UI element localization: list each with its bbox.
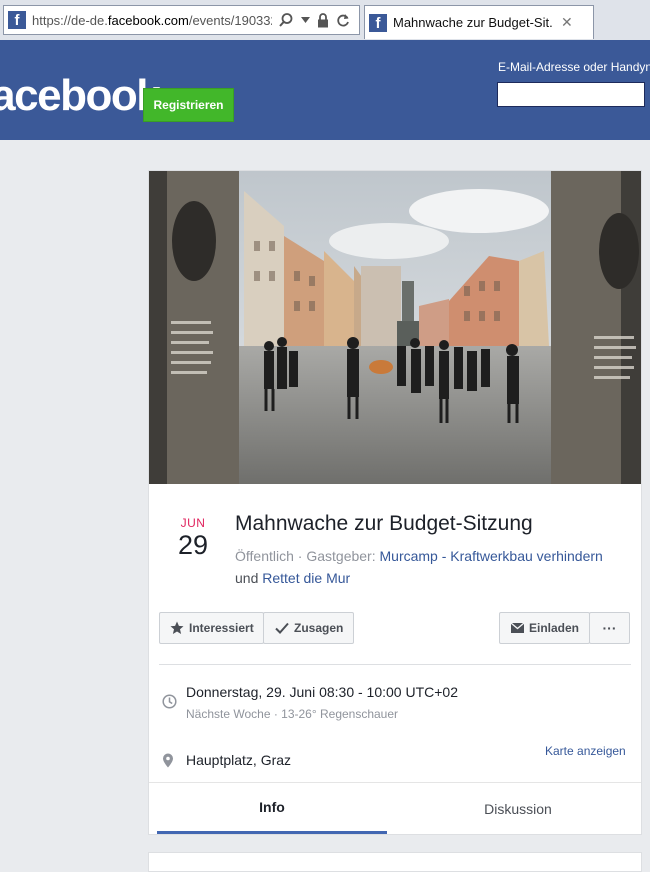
location-pin-icon — [163, 753, 173, 768]
checkmark-icon — [275, 622, 289, 634]
host-link-murcamp[interactable]: Murcamp - Kraftwerkbau verhindern — [380, 548, 603, 564]
refresh-icon[interactable] — [336, 13, 350, 28]
search-icon[interactable] — [278, 12, 294, 28]
event-date: JUN 29 — [169, 516, 217, 560]
facebook-favicon-icon: f — [8, 11, 26, 29]
event-cover-photo[interactable] — [149, 171, 641, 484]
address-bar[interactable]: f https://de-de.facebook.com/events/1903… — [3, 5, 360, 35]
next-card — [148, 852, 642, 872]
interested-button[interactable]: Interessiert — [159, 612, 264, 644]
lock-icon[interactable] — [317, 12, 329, 28]
register-button[interactable]: Registrieren — [143, 88, 234, 122]
facebook-header: facebook Registrieren E-Mail-Adresse ode… — [0, 40, 650, 140]
host-link-rettet-die-mur[interactable]: Rettet die Mur — [262, 570, 350, 586]
tab-info[interactable]: Info — [157, 783, 387, 834]
tab-title: Mahnwache zur Budget-Sit... — [393, 15, 553, 30]
email-input[interactable] — [497, 82, 645, 107]
host-prefix: Gastgeber: — [306, 548, 376, 564]
event-time: Donnerstag, 29. Juni 08:30 - 10:00 UTC+0… — [186, 684, 459, 700]
section-divider — [159, 664, 631, 665]
email-label: E-Mail-Adresse oder Handyn — [498, 60, 650, 74]
browser-chrome: f https://de-de.facebook.com/events/1903… — [0, 0, 650, 41]
going-label: Zusagen — [294, 621, 344, 635]
envelope-icon — [511, 623, 524, 633]
event-title: Mahnwache zur Budget-Sitzung — [235, 512, 533, 535]
tab-discussion[interactable]: Diskussion — [403, 783, 633, 834]
invite-button[interactable]: Einladen — [499, 612, 590, 644]
invite-label: Einladen — [529, 621, 580, 635]
event-time-sub: Nächste Woche · 13-26° Regenschauer — [186, 707, 399, 721]
more-options-button[interactable]: ··· — [589, 612, 630, 644]
dropdown-arrow-icon[interactable] — [301, 17, 310, 23]
star-icon — [170, 621, 184, 634]
facebook-logo[interactable]: facebook — [0, 74, 161, 118]
cover-photo-illustration — [149, 171, 641, 484]
interested-label: Interessiert — [189, 621, 254, 635]
going-button[interactable]: Zusagen — [263, 612, 354, 644]
event-day: 29 — [177, 530, 209, 560]
clock-icon — [162, 694, 177, 709]
event-month: JUN — [180, 516, 206, 530]
privacy-label: Öffentlich — [235, 548, 294, 564]
and-label: und — [235, 570, 259, 586]
close-tab-icon[interactable]: ✕ — [561, 14, 573, 31]
browser-tab[interactable]: f Mahnwache zur Budget-Sit... ✕ — [364, 5, 594, 39]
facebook-favicon-icon: f — [369, 13, 387, 32]
event-meta: Öffentlich · Gastgeber: Murcamp - Kraftw… — [235, 548, 603, 586]
event-location[interactable]: Hauptplatz, Graz — [186, 752, 291, 768]
show-map-link[interactable]: Karte anzeigen — [545, 744, 626, 758]
event-card: JUN 29 Mahnwache zur Budget-Sitzung Öffe… — [148, 170, 642, 835]
url-text[interactable]: https://de-de.facebook.com/events/190332… — [32, 13, 272, 28]
